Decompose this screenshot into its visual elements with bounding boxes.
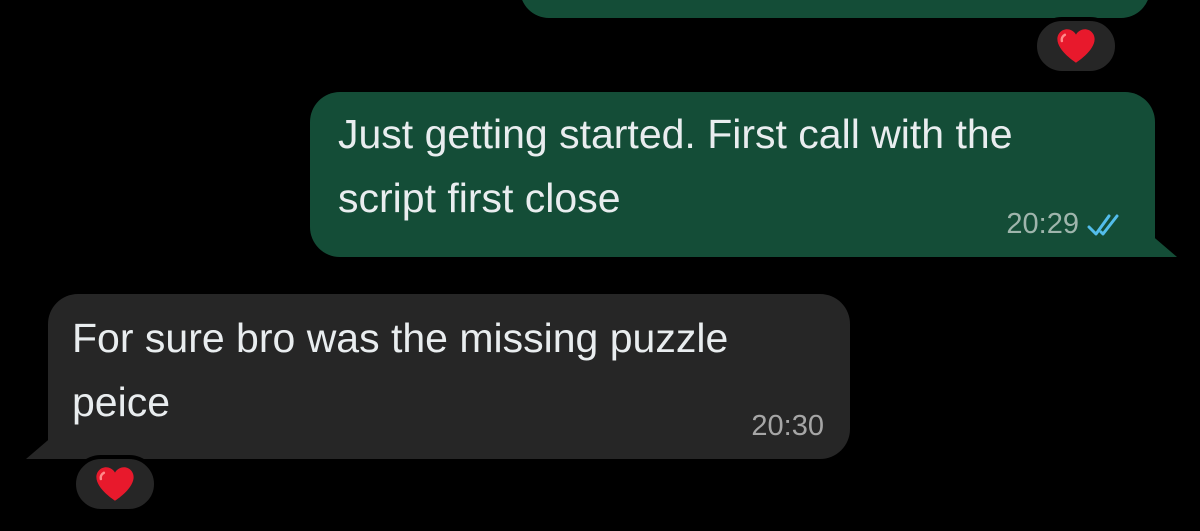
message-time: 20:30 (751, 410, 824, 442)
message-time: 20:29 (1006, 208, 1079, 240)
outgoing-message[interactable]: Just getting started. First call with th… (310, 92, 1177, 257)
chat-view: Just getting started. First call with th… (0, 0, 1200, 531)
double-check-icon (1087, 214, 1119, 235)
message-meta: 20:29 (1006, 208, 1127, 241)
message-meta: 20:30 (751, 410, 824, 443)
heart-icon (1057, 29, 1095, 63)
message-text: For sure bro was the missing puzzle peic… (72, 315, 729, 425)
previous-outgoing-message[interactable] (520, 0, 1150, 18)
incoming-message[interactable]: For sure bro was the missing puzzle peic… (26, 294, 850, 459)
reaction-badge[interactable] (72, 455, 158, 513)
heart-icon (96, 467, 134, 501)
reaction-badge[interactable] (1033, 17, 1119, 75)
